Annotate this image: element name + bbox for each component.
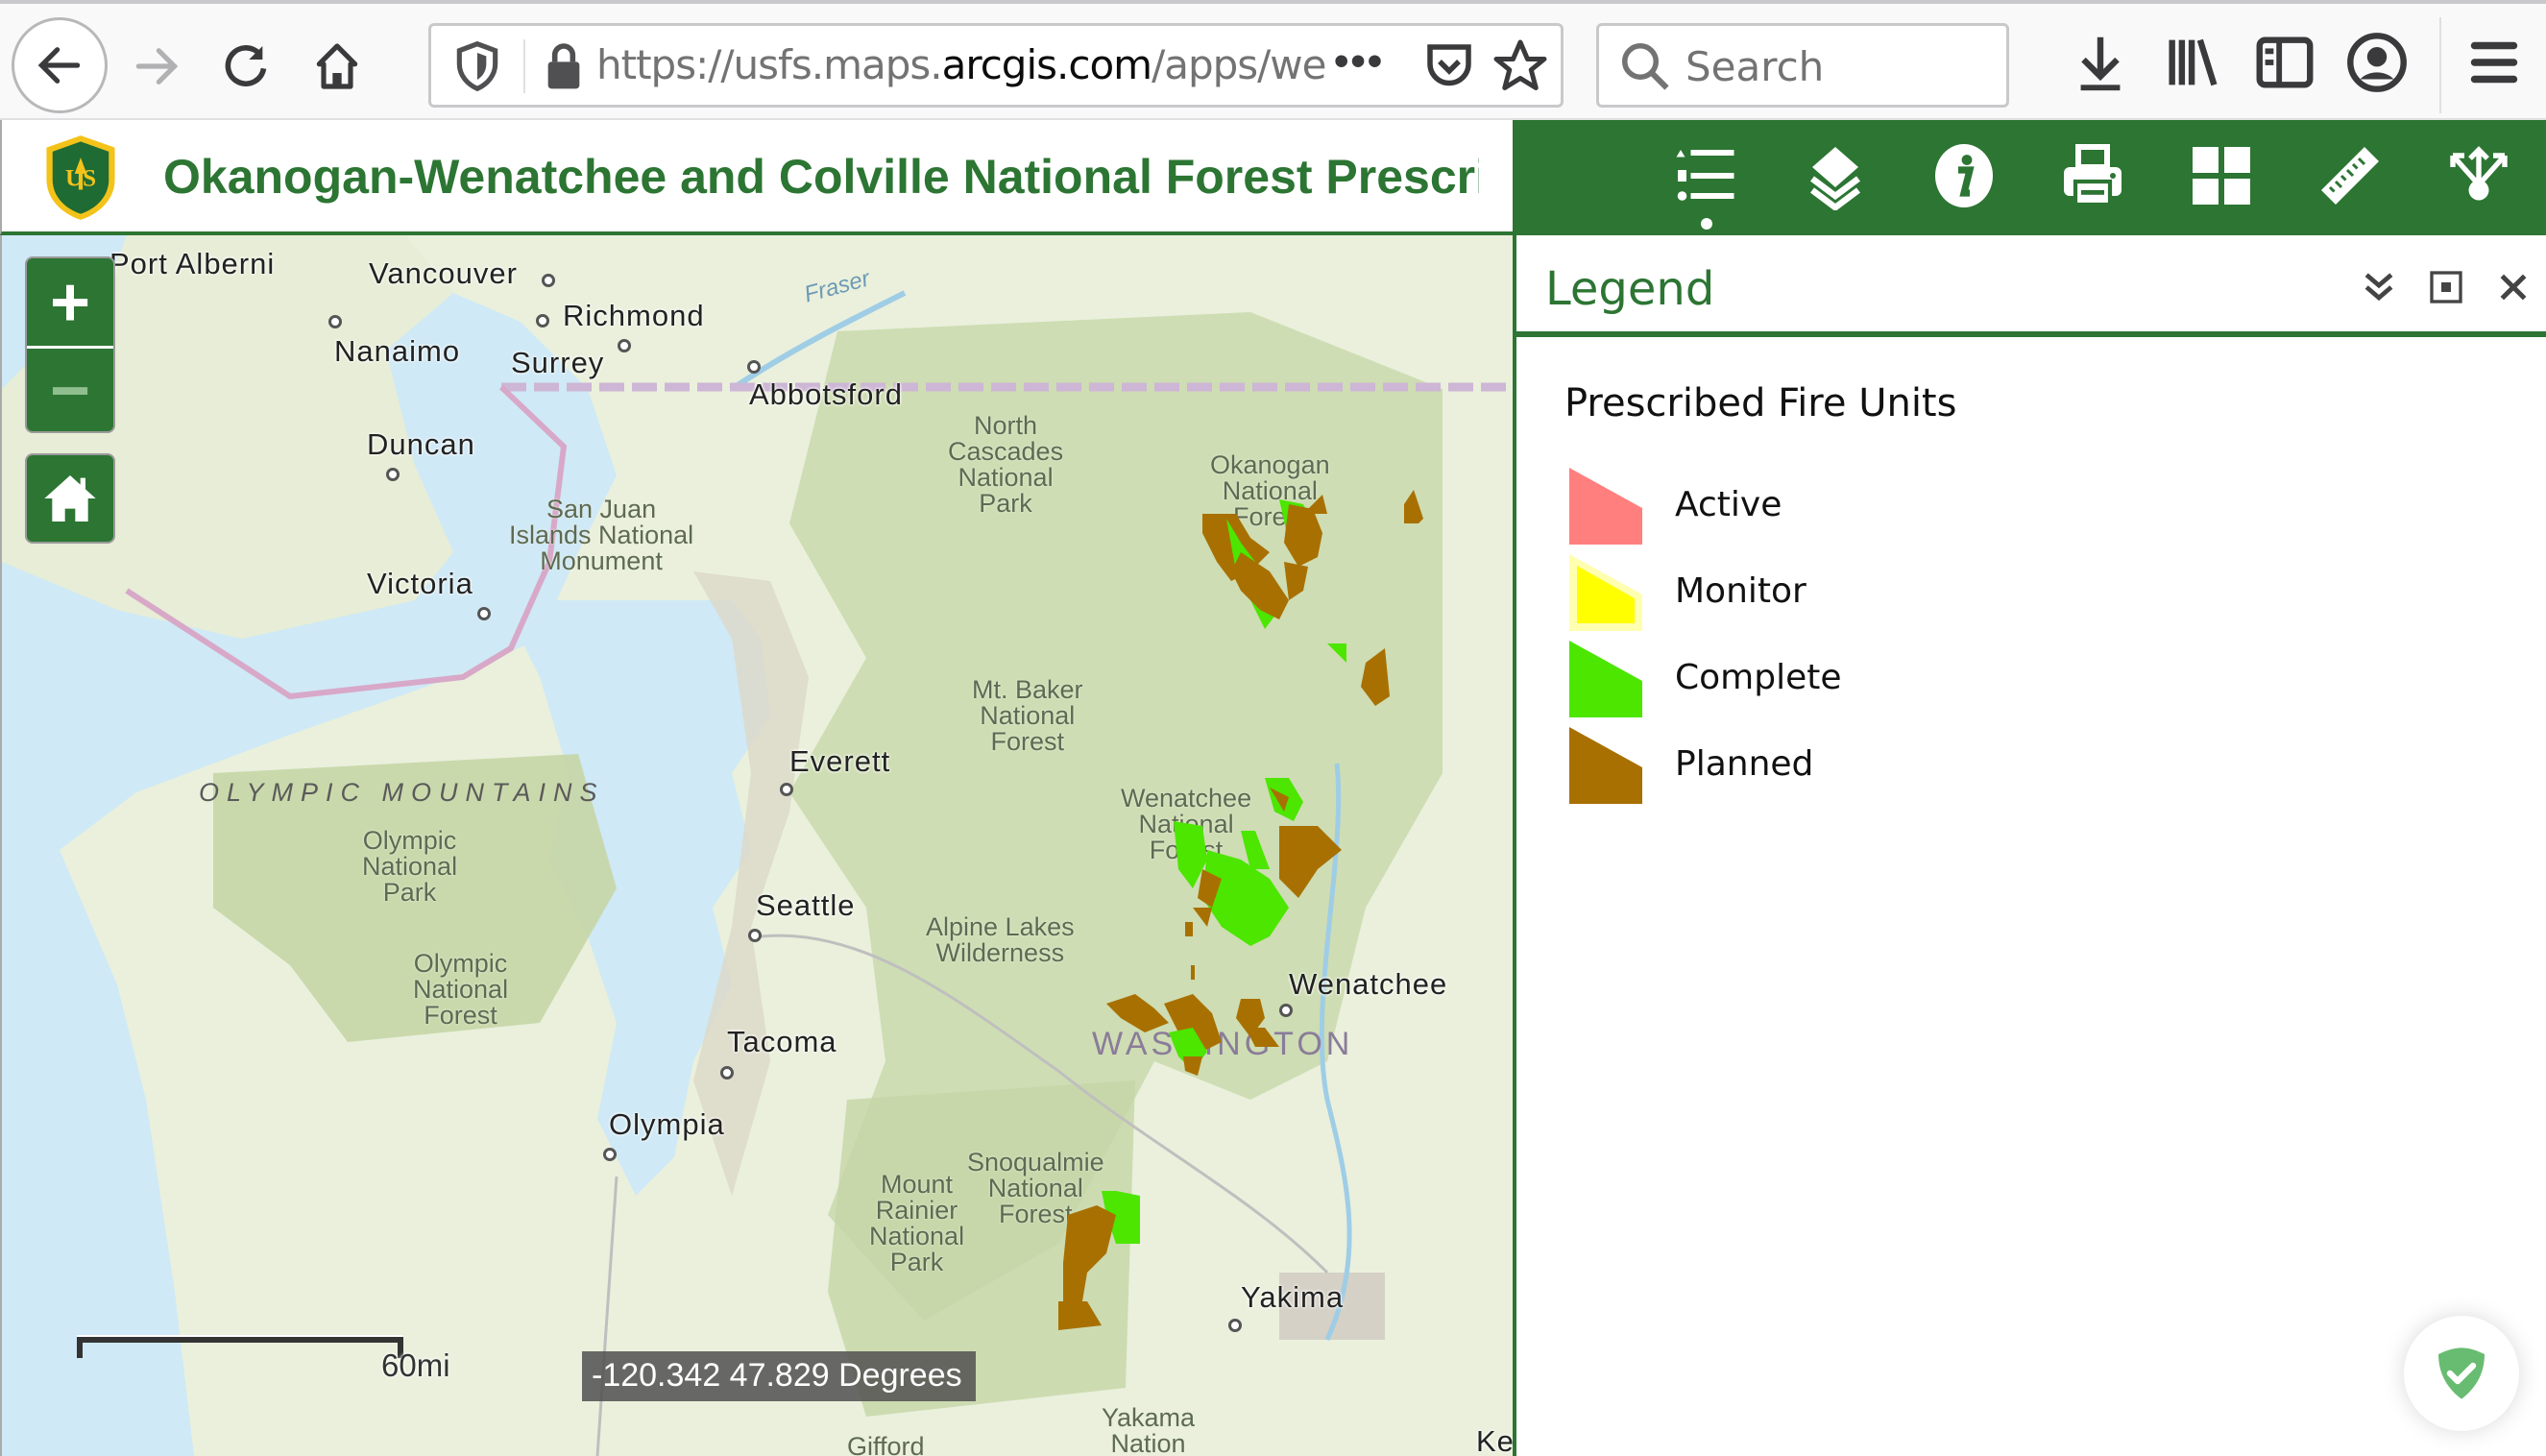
tracking-shield-icon[interactable] bbox=[450, 39, 504, 93]
legend-swatch-complete bbox=[1569, 641, 1642, 717]
grid-icon bbox=[2193, 147, 2250, 205]
legend-panel-header: Legend bbox=[1516, 235, 2546, 337]
home-icon bbox=[44, 475, 96, 522]
account-icon[interactable] bbox=[2343, 29, 2411, 96]
page-actions-button[interactable]: ••• bbox=[1334, 37, 1384, 85]
fire-unit-planned[interactable] bbox=[1191, 965, 1195, 980]
url-bar[interactable]: https://usfs.maps.arcgis.com/apps/webap … bbox=[428, 23, 1564, 108]
ruler-icon bbox=[2321, 147, 2379, 205]
lock-icon[interactable] bbox=[537, 39, 591, 93]
url-prefix: https://usfs.maps. bbox=[596, 41, 943, 88]
reload-button[interactable] bbox=[204, 23, 290, 109]
library-icon[interactable] bbox=[2161, 29, 2228, 96]
fire-unit-planned[interactable] bbox=[1404, 490, 1423, 523]
app-header: US Okanogan-Wenatchee and Colville Natio… bbox=[0, 120, 1513, 235]
close-icon bbox=[2500, 274, 2527, 301]
double-chevron-down-icon bbox=[2364, 273, 2393, 302]
legend-panel-title: Legend bbox=[1545, 262, 1715, 316]
fire-unit-planned[interactable] bbox=[1231, 552, 1289, 619]
usfs-shield-logo: US bbox=[46, 135, 115, 220]
layers-widget-button[interactable] bbox=[1797, 137, 1874, 214]
legend-item-planned: Planned bbox=[1569, 727, 2242, 808]
coordinate-readout: -120.342 47.829 Degrees bbox=[582, 1351, 976, 1401]
download-icon[interactable] bbox=[2067, 29, 2134, 96]
scale-bar bbox=[77, 1337, 403, 1358]
fire-unit-planned[interactable] bbox=[1193, 908, 1212, 927]
active-widget-indicator bbox=[1701, 218, 1712, 230]
legend-label: Complete bbox=[1675, 658, 1842, 697]
info-icon bbox=[1935, 144, 1993, 207]
search-placeholder: Search bbox=[1685, 43, 1825, 90]
collapse-panel-button[interactable] bbox=[2358, 266, 2400, 308]
maximize-icon bbox=[2430, 271, 2462, 303]
widget-toolbar bbox=[1513, 120, 2546, 235]
zoom-control: + − bbox=[25, 256, 115, 433]
fire-unit-complete[interactable] bbox=[1327, 643, 1346, 663]
fire-unit-planned[interactable] bbox=[1284, 562, 1308, 600]
search-bar[interactable]: Search bbox=[1596, 23, 2009, 108]
fire-unit-planned[interactable] bbox=[1246, 1028, 1279, 1047]
print-widget-button[interactable] bbox=[2054, 137, 2131, 214]
back-icon bbox=[37, 47, 81, 84]
forward-icon bbox=[135, 48, 179, 85]
adguard-extension-button[interactable] bbox=[2404, 1316, 2519, 1431]
legend-item-active: Active bbox=[1569, 468, 2242, 548]
home-button[interactable] bbox=[294, 23, 380, 109]
legend-swatch-active bbox=[1569, 468, 1642, 545]
sidebar-icon[interactable] bbox=[2251, 29, 2318, 96]
screen: https://usfs.maps.arcgis.com/apps/webap … bbox=[0, 0, 2546, 1456]
pocket-icon[interactable] bbox=[1420, 37, 1478, 95]
zoom-in-button[interactable]: + bbox=[27, 258, 113, 346]
fire-unit-planned[interactable] bbox=[1058, 1301, 1102, 1330]
bookmark-star-icon[interactable] bbox=[1491, 37, 1549, 95]
legend-item-complete: Complete bbox=[1569, 641, 2242, 721]
default-extent-button[interactable] bbox=[25, 453, 115, 544]
share-icon bbox=[2450, 146, 2508, 201]
fire-unit-planned[interactable] bbox=[1106, 994, 1169, 1032]
url-domain: arcgis.com bbox=[941, 41, 1152, 88]
about-widget-button[interactable] bbox=[1926, 137, 2002, 214]
legend-panel: Legend Prescribed Fire Units Active Moni… bbox=[1513, 235, 2546, 1456]
fire-unit-planned[interactable] bbox=[1361, 648, 1390, 706]
legend-list-icon bbox=[1676, 150, 1734, 201]
measurement-widget-button[interactable] bbox=[2312, 137, 2388, 214]
legend-swatch-planned bbox=[1569, 727, 1642, 804]
fire-unit-planned[interactable] bbox=[1279, 826, 1342, 898]
legend-layer-title: Prescribed Fire Units bbox=[1564, 381, 1957, 425]
shield-check-icon bbox=[2438, 1347, 2485, 1399]
forward-button[interactable] bbox=[113, 23, 200, 109]
map-view[interactable]: Port Alberni Vancouver Richmond Nanaimo … bbox=[0, 235, 1513, 1456]
url-suffix: /apps/webap bbox=[1152, 41, 1326, 88]
print-icon bbox=[2064, 144, 2122, 207]
close-panel-button[interactable] bbox=[2492, 266, 2534, 308]
fire-unit-planned[interactable] bbox=[1183, 1056, 1202, 1076]
legend-swatch-monitor bbox=[1569, 554, 1642, 631]
scale-bar-label: 60mi bbox=[381, 1347, 450, 1383]
fire-unit-planned[interactable] bbox=[1063, 1205, 1116, 1301]
legend-item-monitor: Monitor bbox=[1569, 554, 2242, 635]
back-button[interactable] bbox=[12, 17, 108, 113]
toolbar-divider bbox=[2439, 17, 2441, 113]
legend-label: Planned bbox=[1675, 744, 1814, 784]
legend-label: Active bbox=[1675, 485, 1782, 524]
fire-unit-complete[interactable] bbox=[1202, 850, 1289, 946]
legend-label: Monitor bbox=[1675, 571, 1806, 611]
fire-unit-planned[interactable] bbox=[1185, 922, 1193, 936]
zoom-out-button[interactable]: − bbox=[27, 346, 113, 431]
layers-icon bbox=[1810, 147, 1860, 210]
url-text[interactable]: https://usfs.maps.arcgis.com/apps/webap bbox=[596, 41, 1326, 88]
basemap-gallery-widget-button[interactable] bbox=[2183, 137, 2260, 214]
menu-icon[interactable] bbox=[2461, 29, 2528, 96]
url-divider bbox=[523, 39, 525, 93]
browser-toolbar: https://usfs.maps.arcgis.com/apps/webap … bbox=[0, 0, 2546, 120]
share-widget-button[interactable] bbox=[2440, 137, 2517, 214]
search-icon bbox=[1622, 43, 1669, 90]
legend-widget-button[interactable] bbox=[1668, 137, 1745, 214]
home-icon bbox=[316, 43, 358, 89]
app-title: Okanogan-Wenatchee and Colville National… bbox=[163, 150, 1479, 204]
fire-units-layer[interactable] bbox=[2, 235, 1513, 1456]
fire-unit-planned[interactable] bbox=[1303, 495, 1327, 514]
reload-icon bbox=[225, 45, 267, 86]
maximize-panel-button[interactable] bbox=[2425, 266, 2467, 308]
